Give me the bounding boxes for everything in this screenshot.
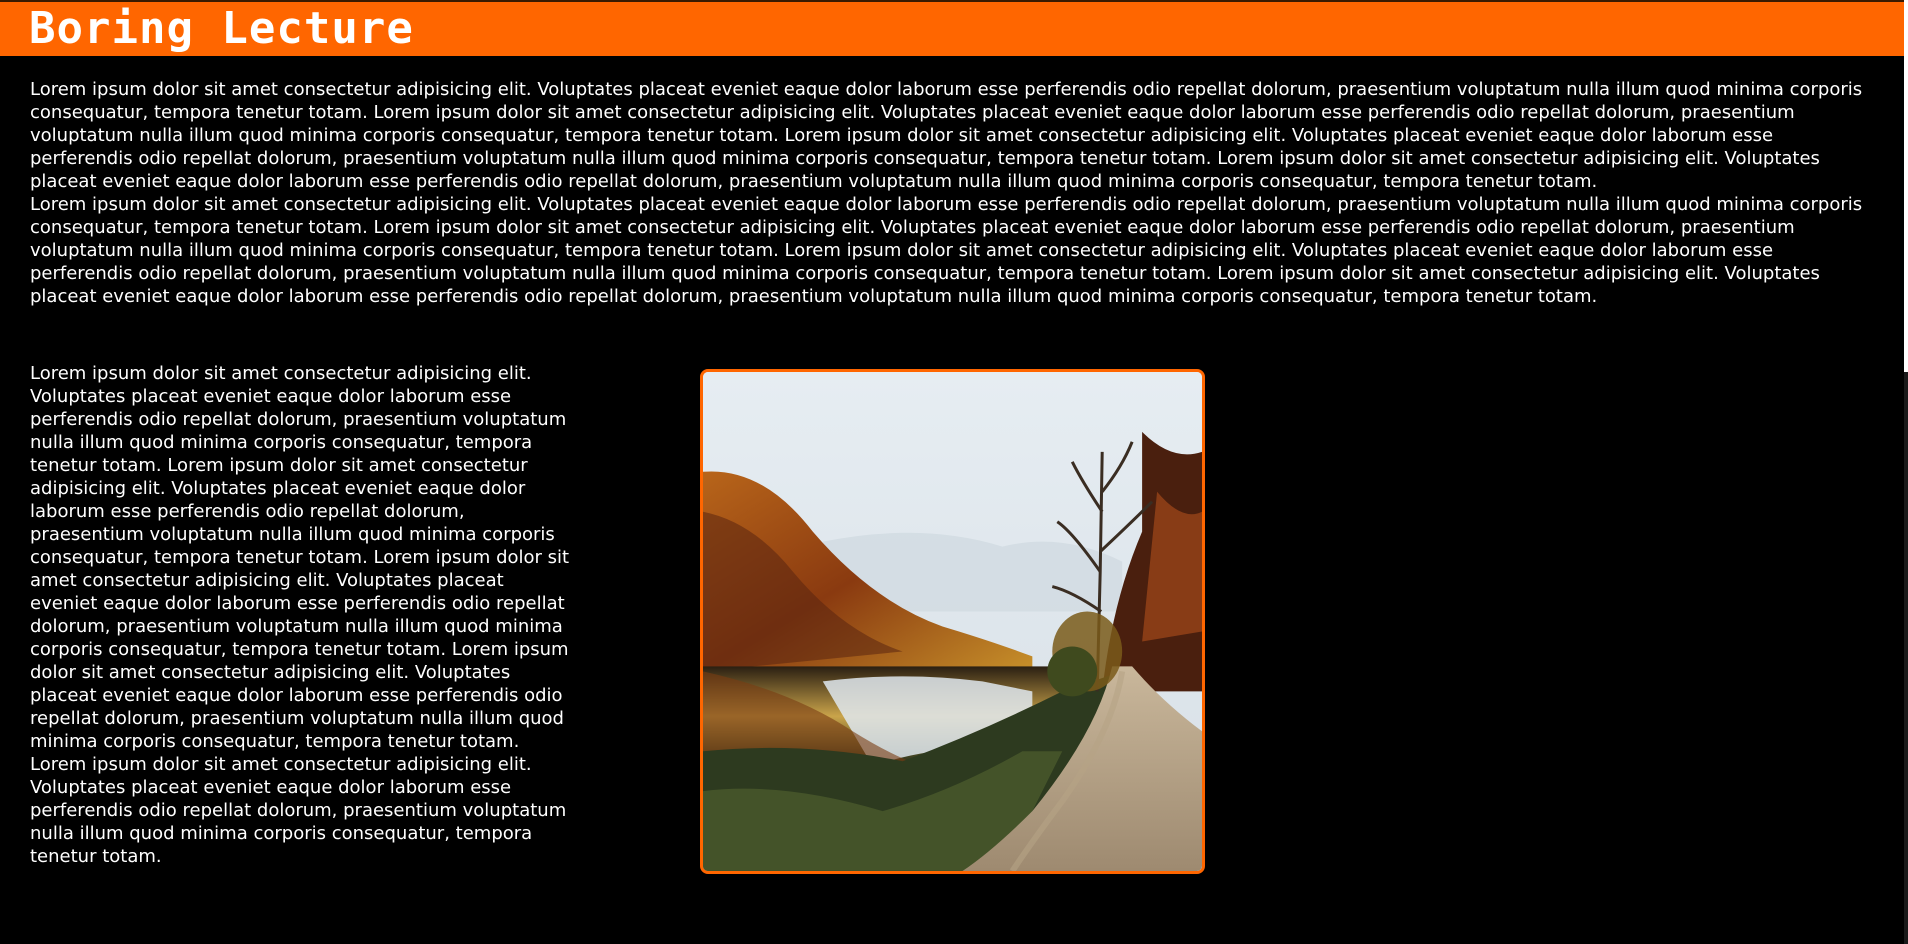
side-text-column: Lorem ipsum dolor sit amet consectetur a… bbox=[30, 362, 575, 868]
intro-section: Lorem ipsum dolor sit amet consectetur a… bbox=[30, 78, 1875, 308]
landscape-photo bbox=[700, 369, 1205, 874]
page-scrollbar[interactable] bbox=[1904, 0, 1908, 944]
landscape-photo-illustration bbox=[703, 372, 1202, 871]
side-paragraph: Lorem ipsum dolor sit amet consectetur a… bbox=[30, 363, 570, 867]
intro-paragraph: Lorem ipsum dolor sit amet consectetur a… bbox=[30, 79, 1863, 192]
page-title: Boring Lecture bbox=[29, 3, 414, 54]
page-header: Boring Lecture bbox=[0, 0, 1904, 56]
intro-paragraph: Lorem ipsum dolor sit amet consectetur a… bbox=[30, 194, 1863, 307]
scrollbar-thumb[interactable] bbox=[1904, 0, 1908, 372]
